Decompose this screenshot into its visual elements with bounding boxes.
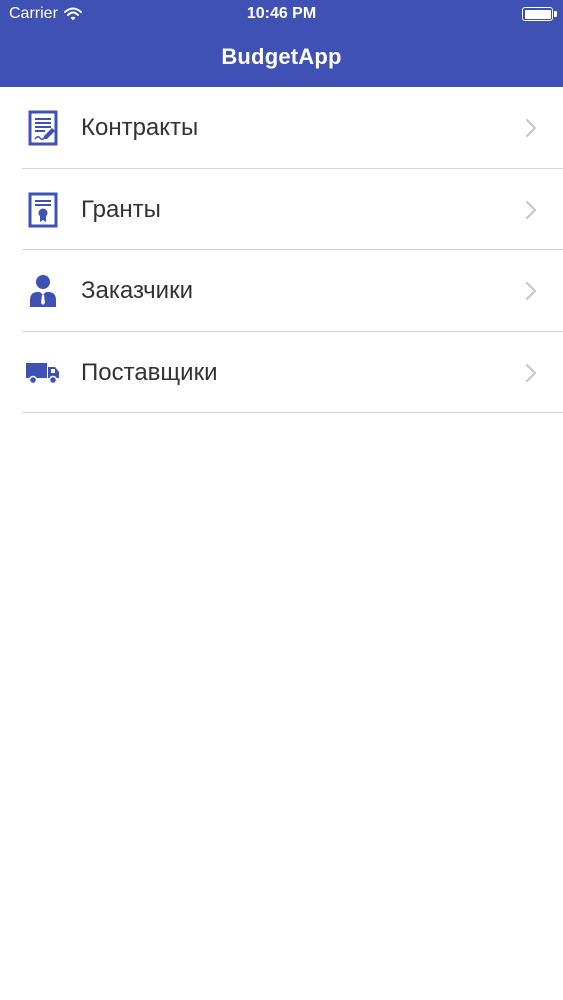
- menu-item-grants[interactable]: Гранты: [0, 169, 563, 250]
- grant-certificate-icon: [24, 191, 62, 229]
- page-title: BudgetApp: [221, 44, 342, 69]
- menu-item-customers[interactable]: Заказчики: [0, 250, 563, 332]
- menu-item-label: Гранты: [81, 195, 161, 223]
- contract-document-icon: [24, 109, 62, 147]
- chevron-right-icon: [525, 363, 537, 383]
- chevron-right-icon: [525, 200, 537, 220]
- navigation-bar: Carrier 10:46 PM BudgetApp: [0, 0, 563, 87]
- menu-item-label: Заказчики: [81, 277, 193, 304]
- menu-item-contracts[interactable]: Контракты: [0, 87, 563, 169]
- menu-item-suppliers[interactable]: Поставщики: [0, 332, 563, 413]
- status-bar: Carrier 10:46 PM: [0, 0, 563, 30]
- chevron-right-icon: [525, 281, 537, 301]
- menu-item-label: Поставщики: [81, 358, 218, 386]
- supplier-truck-icon: [24, 354, 62, 392]
- chevron-right-icon: [525, 118, 537, 138]
- menu-item-label: Контракты: [81, 114, 199, 141]
- battery-tip: [554, 11, 557, 17]
- row-divider: [22, 412, 563, 413]
- battery-icon: [522, 7, 557, 21]
- customer-person-icon: [24, 272, 62, 310]
- status-time: 10:46 PM: [246, 5, 317, 22]
- battery-level: [524, 9, 551, 19]
- menu-list: Контракты Гранты Заказчики Поставщики: [0, 87, 563, 413]
